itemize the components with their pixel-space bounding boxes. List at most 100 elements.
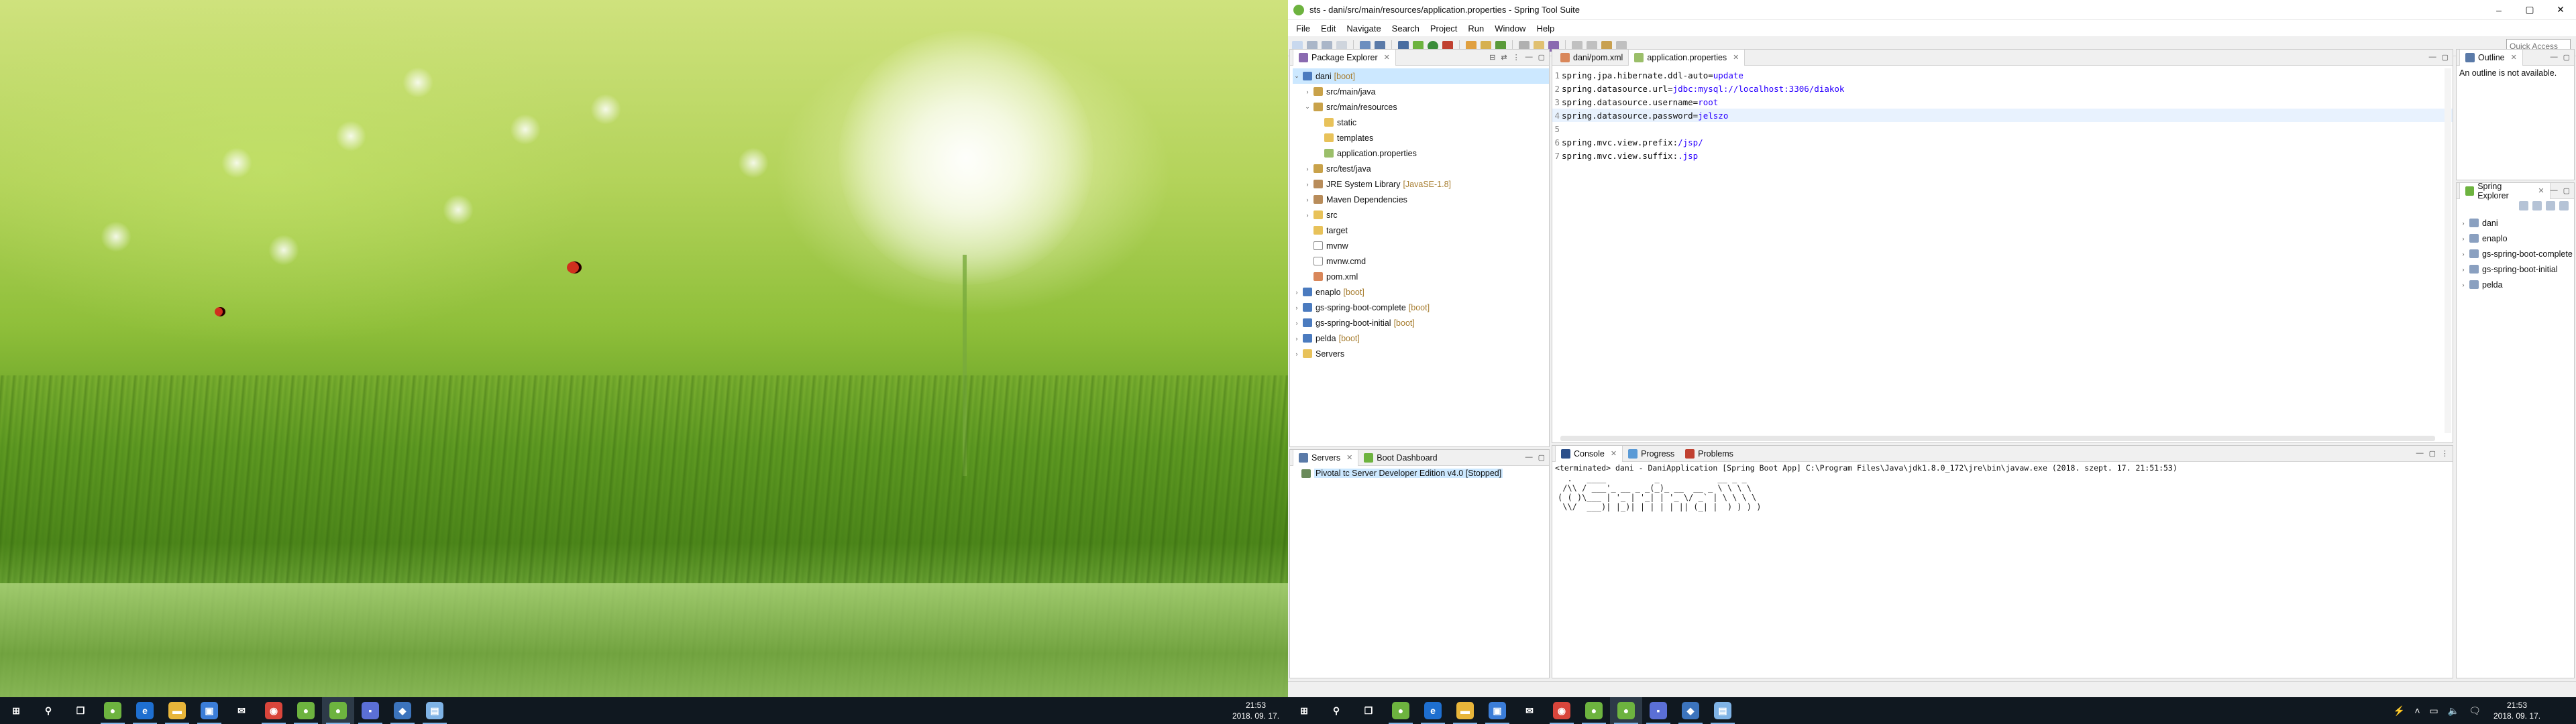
- filter-icon[interactable]: [2546, 201, 2555, 210]
- tree-item[interactable]: application.properties: [1293, 145, 1549, 161]
- taskbar-store-button[interactable]: ▣: [1481, 697, 1513, 724]
- tab-package-explorer[interactable]: Package Explorer ✕: [1293, 49, 1396, 66]
- menu-project[interactable]: Project: [1425, 23, 1462, 34]
- maximize-view-icon[interactable]: ▢: [2563, 186, 2570, 195]
- tree-item[interactable]: › gs-spring-boot-initial [boot]: [1293, 315, 1549, 330]
- spring-tree-item[interactable]: › enaplo: [2459, 231, 2574, 246]
- tree-item[interactable]: › src: [1293, 207, 1549, 223]
- close-icon[interactable]: ✕: [2511, 53, 2517, 62]
- close-icon[interactable]: ✕: [1733, 53, 1739, 62]
- tab-console[interactable]: Console ✕: [1555, 445, 1623, 462]
- maximize-view-icon[interactable]: ▢: [1538, 453, 1545, 462]
- collapsed-chevron-icon[interactable]: ›: [1303, 212, 1311, 219]
- tree-item[interactable]: mvnw.cmd: [1293, 253, 1549, 269]
- minimize-view-icon[interactable]: —: [1525, 453, 1533, 462]
- taskbar-start-button[interactable]: ⊞: [0, 697, 32, 724]
- taskbar-vs-button[interactable]: ◆: [1674, 697, 1707, 724]
- maximize-button[interactable]: ▢: [2514, 0, 2545, 20]
- tree-item[interactable]: target: [1293, 223, 1549, 238]
- taskbar-chrome-button[interactable]: ◉: [258, 697, 290, 724]
- taskbar-save-disk-button[interactable]: ▪: [1642, 697, 1674, 724]
- chevron-up-icon[interactable]: ˄: [2414, 705, 2420, 716]
- view-menu-icon[interactable]: ⋮: [2441, 449, 2449, 458]
- tree-item[interactable]: › src/main/java: [1293, 84, 1549, 99]
- spring-tree-item[interactable]: › gs-spring-boot-initial: [2459, 261, 2574, 277]
- menu-run[interactable]: Run: [1462, 23, 1489, 34]
- tab-outline[interactable]: Outline ✕: [2459, 49, 2523, 66]
- collapsed-chevron-icon[interactable]: ›: [1293, 351, 1301, 357]
- tab-boot-dashboard[interactable]: Boot Dashboard: [1358, 450, 1442, 466]
- collapse-all-icon[interactable]: [2519, 201, 2528, 210]
- close-icon[interactable]: ✕: [2538, 186, 2544, 195]
- taskbar-spring-tool-button[interactable]: ●: [1578, 697, 1610, 724]
- tab-progress[interactable]: Progress: [1623, 446, 1680, 462]
- tree-item[interactable]: › src/test/java: [1293, 161, 1549, 176]
- close-icon[interactable]: ✕: [1346, 453, 1352, 462]
- minimize-view-icon[interactable]: —: [2551, 186, 2558, 195]
- tree-item[interactable]: › enaplo [boot]: [1293, 284, 1549, 300]
- link-icon[interactable]: [2532, 201, 2542, 210]
- console-output[interactable]: . ____ _ __ _ _ /\\ / ___'_ __ _ _(_)_ _…: [1552, 474, 2453, 511]
- tree-item[interactable]: › gs-spring-boot-complete [boot]: [1293, 300, 1549, 315]
- menu-navigate[interactable]: Navigate: [1341, 23, 1386, 34]
- server-row[interactable]: Pivotal tc Server Developer Edition v4.0…: [1290, 466, 1549, 481]
- taskbar-explorer-button[interactable]: ▬: [161, 697, 193, 724]
- tree-item[interactable]: static: [1293, 115, 1549, 130]
- spring-tree-item[interactable]: › dani: [2459, 215, 2574, 231]
- collapsed-chevron-icon[interactable]: ›: [1303, 88, 1311, 95]
- minimize-view-icon[interactable]: —: [2551, 53, 2558, 62]
- collapsed-chevron-icon[interactable]: ›: [1293, 320, 1301, 326]
- minimize-view-icon[interactable]: —: [2416, 449, 2424, 458]
- taskbar-task-view-button[interactable]: ❐: [64, 697, 97, 724]
- taskbar-search-button[interactable]: ⚲: [1320, 697, 1352, 724]
- taskbar-vs-button[interactable]: ◆: [386, 697, 419, 724]
- menu-file[interactable]: File: [1291, 23, 1316, 34]
- taskbar-mail-button[interactable]: ✉: [225, 697, 258, 724]
- tree-item[interactable]: › Maven Dependencies: [1293, 192, 1549, 207]
- tree-item[interactable]: ⌄ dani [boot]: [1293, 68, 1549, 84]
- taskbar-explorer-button[interactable]: ▬: [1449, 697, 1481, 724]
- collapsed-chevron-icon[interactable]: ›: [1303, 196, 1311, 203]
- pen-icon[interactable]: ⚡: [2394, 705, 2405, 717]
- title-bar[interactable]: sts - dani/src/main/resources/applicatio…: [1288, 0, 2576, 20]
- collapsed-chevron-icon[interactable]: ›: [2459, 282, 2467, 288]
- taskbar-mail-button[interactable]: ✉: [1513, 697, 1546, 724]
- menu-search[interactable]: Search: [1387, 23, 1425, 34]
- taskbar-notepad-button[interactable]: ▤: [419, 697, 451, 724]
- tab-application-properties[interactable]: application.properties ✕: [1628, 49, 1746, 66]
- tab-dani-pom-xml[interactable]: dani/pom.xml: [1555, 50, 1628, 66]
- collapsed-chevron-icon[interactable]: ›: [2459, 251, 2467, 257]
- spring-tree-item[interactable]: › pelda: [2459, 277, 2574, 292]
- taskbar-edge-button[interactable]: e: [1417, 697, 1449, 724]
- taskbar-spring-tool-active-button[interactable]: ●: [1610, 697, 1642, 724]
- minimize-view-icon[interactable]: —: [1525, 53, 1533, 62]
- view-menu-icon[interactable]: ⋮: [1513, 53, 1520, 62]
- collapsed-chevron-icon[interactable]: ›: [1293, 289, 1301, 296]
- taskbar-task-view-button[interactable]: ❐: [1352, 697, 1385, 724]
- tab-spring-explorer[interactable]: Spring Explorer ✕: [2459, 182, 2551, 200]
- maximize-view-icon[interactable]: ▢: [2429, 449, 2436, 458]
- horizontal-scrollbar[interactable]: [1560, 436, 2435, 441]
- spring-tree-item[interactable]: › gs-spring-boot-complete: [2459, 246, 2574, 261]
- expanded-chevron-icon[interactable]: ⌄: [1293, 72, 1301, 80]
- maximize-view-icon[interactable]: ▢: [1538, 53, 1545, 62]
- taskbar-spring-button[interactable]: ●: [1385, 697, 1417, 724]
- collapsed-chevron-icon[interactable]: ›: [1293, 304, 1301, 311]
- tab-problems[interactable]: Problems: [1680, 446, 1739, 462]
- code-editor[interactable]: 1 spring.jpa.hibernate.ddl-auto= update 2 sp…: [1552, 66, 2453, 162]
- view-menu-icon[interactable]: [2559, 201, 2569, 210]
- battery-icon[interactable]: ▭: [2430, 705, 2438, 717]
- collapsed-chevron-icon[interactable]: ›: [1303, 166, 1311, 172]
- taskbar-clock[interactable]: 21:53 2018. 09. 17.: [1224, 700, 1288, 721]
- maximize-view-icon[interactable]: ▢: [2563, 53, 2570, 62]
- tree-item[interactable]: › Servers: [1293, 346, 1549, 361]
- close-icon[interactable]: ✕: [1611, 449, 1617, 458]
- tree-item[interactable]: › pelda [boot]: [1293, 330, 1549, 346]
- minimize-view-icon[interactable]: —: [2429, 53, 2436, 62]
- taskbar-clock[interactable]: 21:53 2018. 09. 17.: [2485, 700, 2549, 721]
- link-editor-icon[interactable]: ⇄: [1501, 53, 1507, 62]
- taskbar-spring-tool-active-button[interactable]: ●: [322, 697, 354, 724]
- taskbar-save-disk-button[interactable]: ▪: [354, 697, 386, 724]
- vertical-scrollbar[interactable]: [2445, 68, 2451, 433]
- menu-edit[interactable]: Edit: [1316, 23, 1341, 34]
